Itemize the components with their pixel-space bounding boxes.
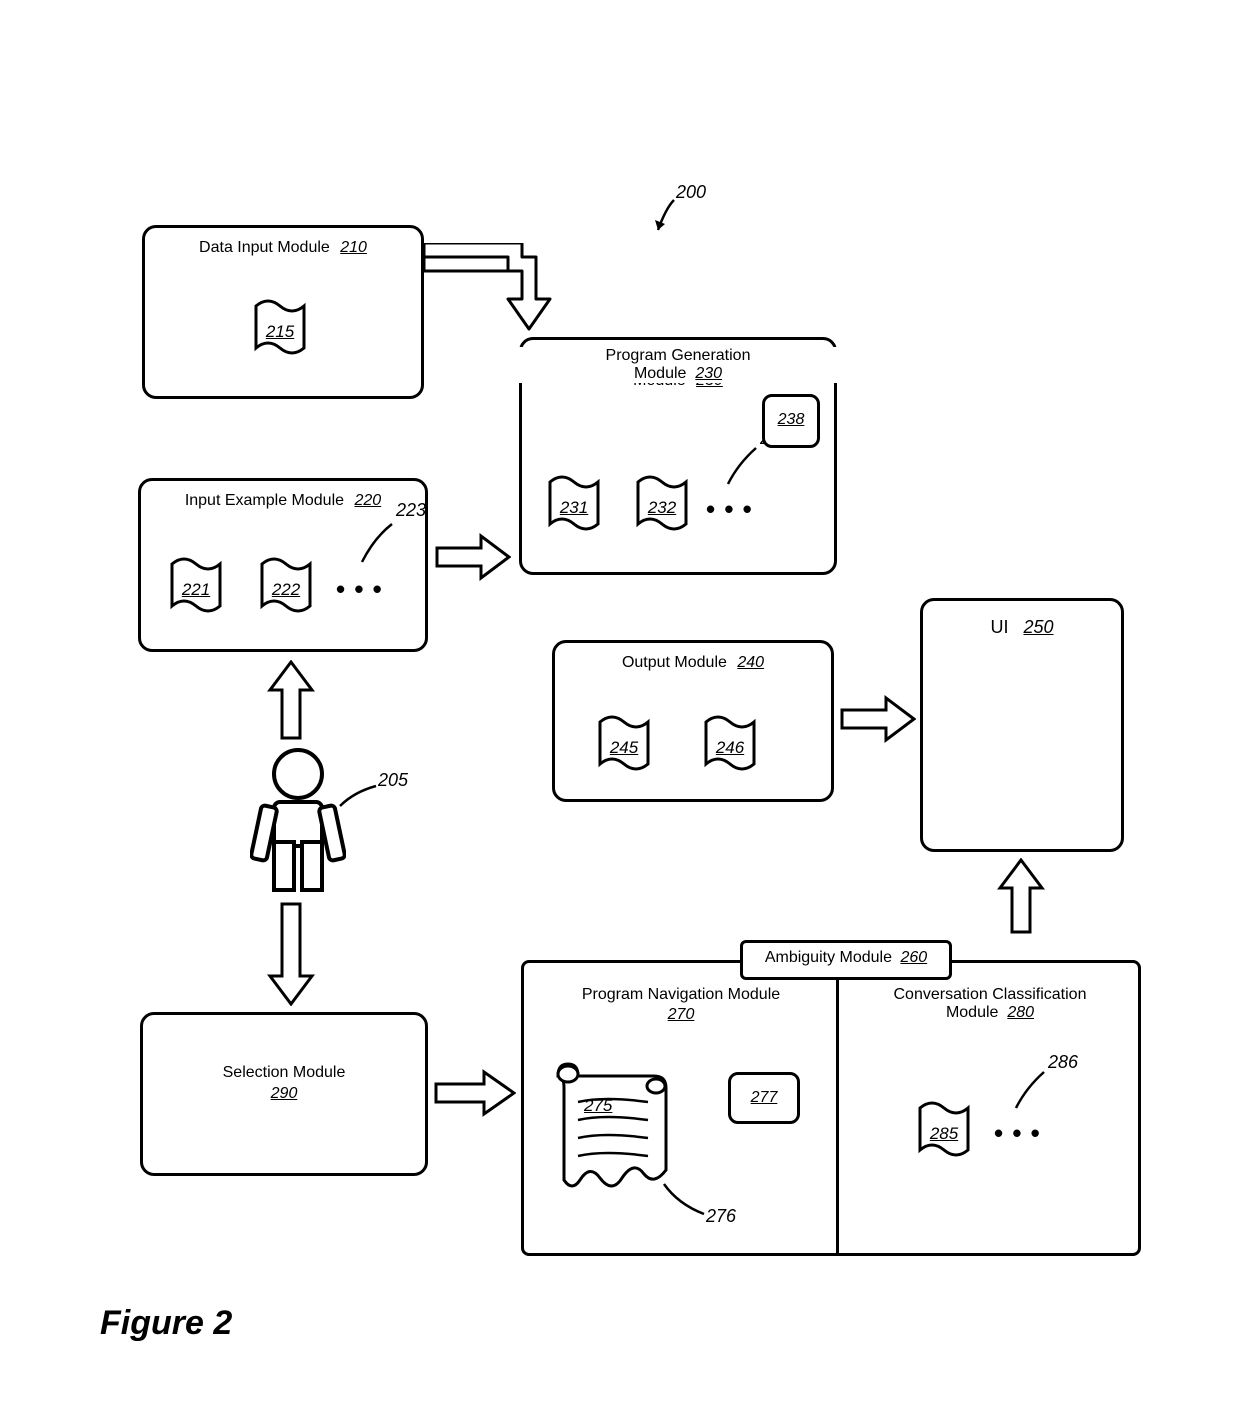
arrow-290-to-ambiguity [434, 1068, 516, 1118]
conv-class-num: 280 [1007, 1004, 1034, 1021]
box-277: 277 [728, 1072, 800, 1124]
selection-title: Selection Module [143, 1063, 425, 1082]
doc-215-num: 215 [252, 322, 308, 342]
ambiguity-module-tab: Ambiguity Module 260 [740, 940, 952, 980]
curve-286 [1012, 1068, 1048, 1112]
curve-233 [724, 444, 760, 488]
arrow-ambiguity-to-ui [996, 858, 1046, 934]
doc-285-num: 285 [916, 1124, 972, 1144]
scroll-275-num: 275 [584, 1096, 612, 1116]
arrow-240-to-ui [840, 694, 916, 744]
prog-nav-title: Program Navigation Module [528, 986, 834, 1004]
doc-222: 222 [258, 554, 314, 616]
doc-245: 245 [596, 712, 652, 774]
ambiguity-num: 260 [900, 949, 927, 966]
dots-286: • • • [994, 1118, 1041, 1149]
ref-276: 276 [706, 1206, 736, 1227]
ref-286: 286 [1048, 1052, 1078, 1073]
curve-276 [660, 1180, 710, 1220]
output-num: 240 [737, 654, 764, 671]
curve-223 [358, 520, 398, 566]
figure-ref: 200 [676, 182, 706, 203]
doc-231-num: 231 [546, 498, 602, 518]
doc-246-num: 246 [702, 738, 758, 758]
input-example-num: 220 [354, 492, 381, 509]
selection-num: 290 [143, 1084, 425, 1103]
doc-215: 215 [252, 296, 308, 358]
ui-title: UI [990, 617, 1008, 637]
ui-module: UI 250 [920, 598, 1124, 852]
prog-nav-num: 270 [528, 1006, 834, 1024]
dots-223: • • • [336, 574, 383, 605]
ref-205: 205 [378, 770, 408, 791]
ref-223: 223 [396, 500, 426, 521]
ui-num: 250 [1023, 617, 1053, 637]
scroll-275 [544, 1060, 670, 1210]
doc-232: 232 [634, 472, 690, 534]
box-277-num: 277 [731, 1089, 797, 1107]
conv-class-title-block: Conversation Classification Module 280 [844, 986, 1136, 1022]
program-gen-title-block: Program Generation Module 230 [519, 347, 837, 383]
arrow-210-to-230 [424, 243, 554, 333]
ambiguity-divider [836, 980, 839, 1256]
data-input-title: Data Input Module [199, 239, 330, 256]
doc-232-num: 232 [634, 498, 690, 518]
arrow-user-to-220 [266, 660, 316, 740]
ambiguity-title: Ambiguity Module [765, 949, 892, 966]
doc-285: 285 [916, 1098, 972, 1160]
arrow-user-to-290 [266, 902, 316, 1006]
doc-221: 221 [168, 554, 224, 616]
prog-nav-title-block: Program Navigation Module 270 [528, 986, 834, 1024]
doc-222-num: 222 [258, 580, 314, 600]
doc-245-num: 245 [596, 738, 652, 758]
output-module: Output Module 240 [552, 640, 834, 802]
ref-pointer-200 [650, 196, 680, 240]
output-title: Output Module [622, 654, 727, 671]
box-238-num: 238 [765, 411, 817, 429]
doc-231: 231 [546, 472, 602, 534]
figure-label: Figure 2 [100, 1304, 232, 1343]
doc-221-num: 221 [168, 580, 224, 600]
selection-module: Selection Module 290 [140, 1012, 428, 1176]
user-icon-overlay [250, 746, 346, 896]
curve-205 [336, 782, 380, 812]
dots-233: • • • [706, 494, 753, 525]
arrow-220-to-230-right [435, 532, 511, 582]
doc-246: 246 [702, 712, 758, 774]
box-238: 238 [762, 394, 820, 448]
data-input-num: 210 [340, 239, 367, 256]
input-example-title: Input Example Module [185, 492, 344, 509]
